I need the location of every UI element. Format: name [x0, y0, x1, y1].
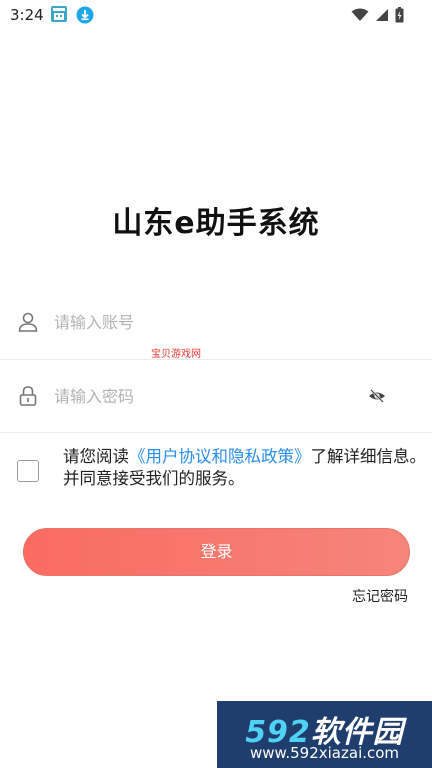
site-badge-url: www.592xiazai.com	[249, 744, 400, 762]
password-divider	[0, 432, 432, 433]
status-time: 3:24	[10, 6, 44, 24]
account-row	[0, 286, 432, 358]
login-button[interactable]: 登录	[23, 528, 410, 576]
site-watermark-badge: 592软件园 www.592xiazai.com	[217, 701, 432, 768]
app-title: 山东e助手系统	[112, 206, 320, 241]
agreement-checkbox[interactable]	[17, 460, 39, 482]
battery-icon	[395, 7, 404, 23]
password-row	[0, 360, 432, 432]
game-app-icon	[51, 6, 67, 22]
lock-icon	[19, 386, 37, 406]
eye-off-icon[interactable]	[368, 388, 386, 404]
wifi-icon	[351, 8, 369, 21]
signal-icon	[376, 9, 388, 21]
user-icon	[18, 312, 38, 332]
agreement-prefix: 请您阅读	[63, 447, 129, 466]
agreement-link[interactable]: 《用户协议和隐私政策》	[129, 447, 311, 466]
status-icons	[351, 6, 404, 24]
download-icon	[76, 6, 94, 24]
status-bar: 3:24	[0, 0, 432, 32]
agreement-text: 请您阅读《用户协议和隐私政策》了解详细信息。并同意接受我们的服务。	[63, 446, 427, 490]
account-input[interactable]	[54, 308, 354, 336]
password-input[interactable]	[54, 382, 354, 410]
watermark-text: 宝贝游戏网	[151, 349, 201, 360]
forgot-password-link[interactable]: 忘记密码	[352, 586, 408, 606]
